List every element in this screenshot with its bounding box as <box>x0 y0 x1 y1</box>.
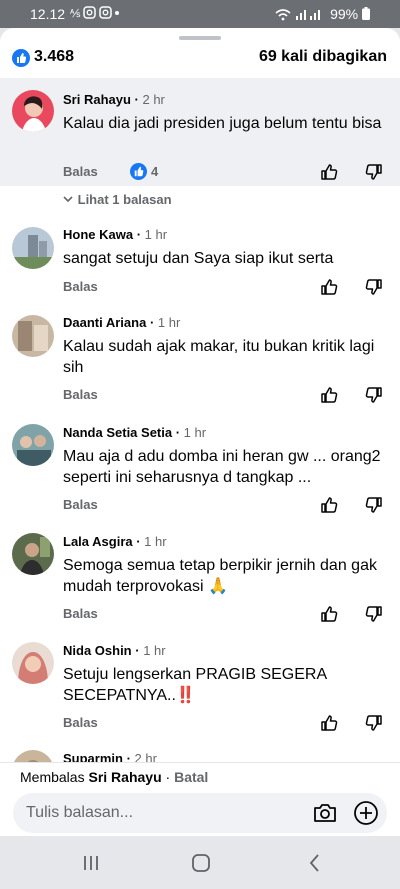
thumbs-down-icon[interactable] <box>364 277 384 297</box>
comment-item: Daanti Ariana · 1 hr Kalau sudah ajak ma… <box>0 312 400 420</box>
author-name[interactable]: Daanti Ariana <box>63 315 146 330</box>
reply-button[interactable]: Balas <box>63 715 98 730</box>
comment-item: Nida Oshin · 1 hr Setuju lengserkan PRAG… <box>0 640 400 748</box>
comment-item: Nanda Setia Setia · 1 hr Mau aja d adu d… <box>0 422 400 530</box>
reply-button[interactable]: Balas <box>63 387 98 402</box>
comment-time: 1 hr <box>144 534 167 549</box>
like-reaction-icon[interactable] <box>130 163 147 180</box>
comment-author[interactable]: Nanda Setia Setia · 1 hr <box>63 425 206 440</box>
home-icon[interactable] <box>190 852 212 874</box>
avatar[interactable] <box>12 750 54 762</box>
camera-icon[interactable] <box>312 801 338 825</box>
replying-to-label: Membalas Sri Rahayu · Batal <box>20 769 209 785</box>
comment-text: Mau aja d adu domba ini heran gw ... ora… <box>63 448 381 486</box>
comment-text: Semoga semua tetap berpikir jernih dan g… <box>63 557 377 595</box>
status-time: 12.12 <box>30 6 66 22</box>
comment-author[interactable]: Lala Asgira · 1 hr <box>63 534 167 549</box>
thumbs-down-icon[interactable] <box>364 713 384 733</box>
comment-time: 1 hr <box>183 425 207 440</box>
drag-handle[interactable] <box>179 36 221 40</box>
comment-time: 2 hr <box>142 92 165 107</box>
reply-button[interactable]: Balas <box>63 164 98 179</box>
comment-item: Sri Rahayu · 2 hr Kalau dia jadi preside… <box>0 78 400 186</box>
view-replies-label[interactable]: Lihat 1 balasan <box>78 192 172 207</box>
reply-input-container[interactable] <box>13 793 387 833</box>
reply-composer: Membalas Sri Rahayu · Batal <box>0 762 400 836</box>
comment-item: Lala Asgira · 1 hr Semoga semua tetap be… <box>0 531 400 639</box>
comment-item: Suparmin · 2 hr <box>0 748 400 762</box>
thumbs-down-icon[interactable] <box>364 604 384 624</box>
notification-icons-glyphs: ⅍ <box>69 6 119 20</box>
share-count[interactable]: 69 kali dibagikan <box>259 48 387 66</box>
reply-button[interactable]: Balas <box>63 279 98 294</box>
author-name[interactable]: Sri Rahayu <box>63 92 131 107</box>
thumbs-up-icon[interactable] <box>319 385 339 405</box>
comment-author[interactable]: Suparmin · 2 hr <box>63 751 157 762</box>
replying-target[interactable]: Sri Rahayu <box>88 769 161 785</box>
avatar[interactable] <box>12 227 54 269</box>
reactions-header: 3.468 69 kali dibagikan <box>0 46 400 70</box>
author-name[interactable]: Suparmin <box>63 751 123 762</box>
thumbs-down-icon[interactable] <box>364 162 384 182</box>
notification-icons: ⅍ <box>69 6 120 23</box>
battery-text: 99% <box>330 6 359 22</box>
comment-author[interactable]: Hone Kawa · 1 hr <box>63 227 167 242</box>
avatar[interactable] <box>12 642 54 684</box>
author-name[interactable]: Hone Kawa <box>63 227 133 242</box>
reply-button[interactable]: Balas <box>63 606 98 621</box>
status-right: 99% <box>274 6 370 22</box>
chevron-down-icon <box>63 196 73 203</box>
comment-author[interactable]: Nida Oshin · 1 hr <box>63 643 166 658</box>
signal-wifi-icon <box>275 9 321 21</box>
author-name[interactable]: Nanda Setia Setia <box>63 425 172 440</box>
cancel-reply-button[interactable]: Batal <box>174 769 208 785</box>
comment-time: 2 hr <box>134 751 157 762</box>
comments-sheet: 3.468 69 kali dibagikan Sri Rahayu · 2 h… <box>0 28 400 836</box>
avatar[interactable] <box>12 90 54 132</box>
comment-text: Kalau sudah ajak makar, itu bukan kritik… <box>63 338 375 376</box>
comment-author[interactable]: Daanti Ariana · 1 hr <box>63 315 180 330</box>
reply-input[interactable] <box>26 802 296 824</box>
battery-icon <box>362 7 370 20</box>
author-name[interactable]: Nida Oshin <box>63 643 132 658</box>
comment-author[interactable]: Sri Rahayu · 2 hr <box>63 92 165 107</box>
comment-text: Setuju lengserkan PRAGIB SEGERA SECEPATN… <box>63 666 327 704</box>
thumbs-up-icon[interactable] <box>319 495 339 515</box>
reply-button[interactable]: Balas <box>63 497 98 512</box>
thumbs-up-icon[interactable] <box>319 604 339 624</box>
comment-time: 1 hr <box>144 227 168 242</box>
comment-text: sangat setuju dan Saya siap ikut serta <box>63 250 334 267</box>
system-nav-bar <box>0 836 400 889</box>
plus-circle-icon[interactable] <box>353 800 379 826</box>
thumbs-up-icon[interactable] <box>319 713 339 733</box>
status-bar: 12.12 ⅍ 99% <box>0 0 400 28</box>
svg-text:⅍: ⅍ <box>70 7 83 20</box>
author-name[interactable]: Lala Asgira <box>63 534 133 549</box>
comment-item: Hone Kawa · 1 hr sangat setuju dan Saya … <box>0 224 400 314</box>
thumbs-down-icon[interactable] <box>364 385 384 405</box>
like-reaction-icon[interactable] <box>12 49 30 67</box>
view-replies-link[interactable]: Lihat 1 balasan <box>62 192 172 207</box>
thumbs-up-icon[interactable] <box>319 162 339 182</box>
comment-time: 1 hr <box>157 315 181 330</box>
thumbs-up-icon[interactable] <box>319 277 339 297</box>
avatar[interactable] <box>12 424 54 466</box>
avatar[interactable] <box>12 315 54 357</box>
comment-text: Kalau dia jadi presiden juga belum tentu… <box>63 115 382 132</box>
replying-prefix: Membalas <box>20 769 85 785</box>
like-count[interactable]: 3.468 <box>34 48 74 66</box>
thumbs-down-icon[interactable] <box>364 495 384 515</box>
comment-time: 1 hr <box>143 643 166 658</box>
reaction-count[interactable]: 4 <box>151 164 158 179</box>
recent-apps-icon[interactable] <box>80 852 102 874</box>
back-icon[interactable] <box>304 852 326 874</box>
avatar[interactable] <box>12 533 54 575</box>
